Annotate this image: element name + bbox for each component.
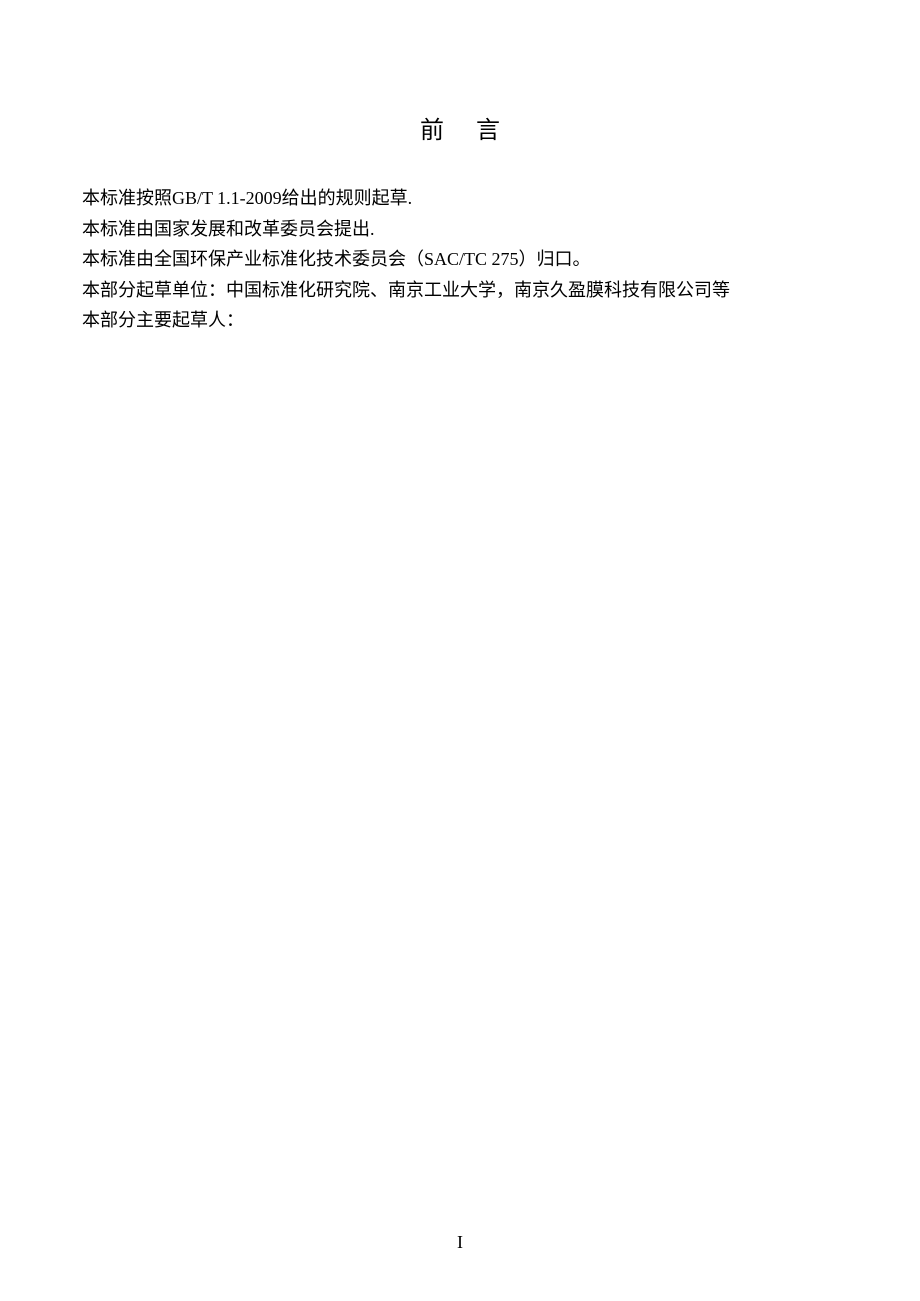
- paragraph-2: 本标准由国家发展和改革委员会提出.: [82, 214, 838, 245]
- paragraph-5: 本部分主要起草人：: [82, 305, 838, 336]
- page-number: I: [0, 1232, 920, 1253]
- document-content: 本标准按照GB/T 1.1-2009给出的规则起草. 本标准由国家发展和改革委员…: [82, 183, 838, 336]
- page-title: 前言: [82, 110, 838, 145]
- paragraph-3: 本标准由全国环保产业标准化技术委员会（SAC/TC 275）归口。: [82, 244, 838, 275]
- paragraph-4: 本部分起草单位：中国标准化研究院、南京工业大学，南京久盈膜科技有限公司等: [82, 275, 838, 306]
- document-page: 前言 本标准按照GB/T 1.1-2009给出的规则起草. 本标准由国家发展和改…: [0, 0, 920, 336]
- paragraph-1: 本标准按照GB/T 1.1-2009给出的规则起草.: [82, 183, 838, 214]
